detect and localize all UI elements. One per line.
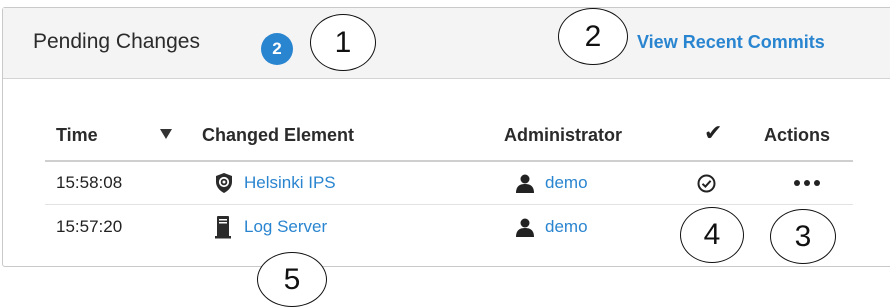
column-header-time[interactable]: Time [56, 125, 98, 146]
administrator-link[interactable]: demo [545, 217, 588, 237]
server-icon [215, 216, 231, 239]
more-options-icon[interactable] [793, 179, 821, 187]
callout-3: 3 [770, 209, 836, 264]
row-time: 15:58:08 [56, 173, 123, 192]
header-divider [45, 160, 853, 162]
panel-header: Pending Changes 2 View Recent Commits [3, 8, 890, 79]
column-header-actions: Actions [764, 125, 831, 145]
pending-changes-panel: Pending Changes 2 View Recent Commits [2, 7, 890, 267]
view-recent-commits-link[interactable]: View Recent Commits [637, 32, 825, 53]
callout-2: 2 [558, 8, 628, 65]
callout-4: 4 [680, 207, 744, 263]
check-circle-icon[interactable] [697, 174, 716, 193]
callout-5: 5 [257, 252, 327, 307]
pending-count-badge: 2 [261, 33, 293, 65]
checkmark-icon: ✔ [704, 120, 723, 145]
row-time: 15:57:20 [56, 217, 123, 236]
row-divider [45, 204, 853, 205]
callout-1: 1 [310, 14, 376, 71]
administrator-link[interactable]: demo [545, 173, 588, 193]
user-icon [516, 174, 534, 193]
column-header-changed-element[interactable]: Changed Element [202, 125, 354, 146]
changed-element-link[interactable]: Log Server [244, 217, 327, 237]
column-header-administrator[interactable]: Administrator [504, 125, 622, 146]
panel-title: Pending Changes [33, 30, 200, 53]
changed-element-link[interactable]: Helsinki IPS [244, 173, 336, 193]
user-icon [516, 218, 534, 237]
sort-descending-icon[interactable] [160, 129, 172, 139]
ips-shield-icon [216, 173, 232, 193]
